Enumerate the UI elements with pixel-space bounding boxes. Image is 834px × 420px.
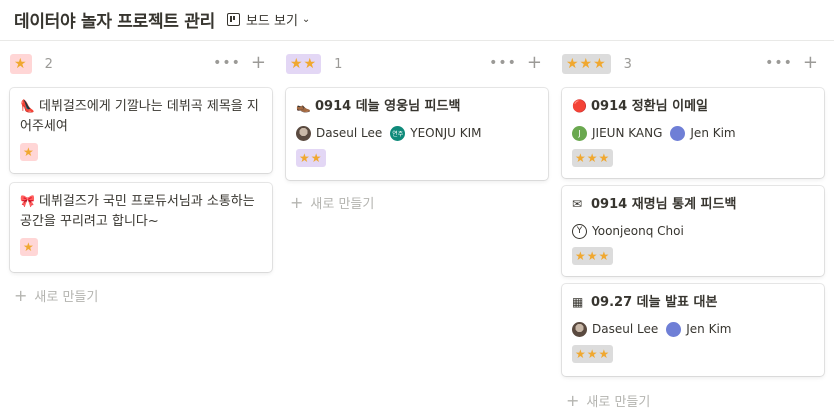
card-title: 🎀 데뷔걸즈가 국민 프로듀서님과 소통하는 공간을 꾸리려고 합니다~ xyxy=(20,191,262,232)
board-icon xyxy=(226,12,240,26)
card-tag: ★★★ xyxy=(572,149,614,167)
view-switcher[interactable]: 보드 보기 ⌄ xyxy=(226,10,311,29)
ribbon-icon: 🎀 xyxy=(20,194,35,208)
new-card-button[interactable]: + 새로 만들기 xyxy=(14,286,98,305)
card-title-text: 09.27 데늘 발표 대본 xyxy=(591,295,718,310)
new-card-label: 새로 만들기 xyxy=(310,197,375,212)
card-title-text: 0914 정환님 이메일 xyxy=(591,99,708,114)
chevron-down-icon: ⌄ xyxy=(301,13,311,25)
card-title-text: 데뷔걸즈에게 기깔나는 데뷔곡 제목을 지어주세여 xyxy=(20,99,259,134)
person-name: Jen Kim xyxy=(686,322,732,336)
board-column-1-star: ★ 2 ••• + 👠 데뷔걸즈에게 기깔나는 데뷔곡 제목을 지어주세여 ★ 🎀… xyxy=(10,52,272,305)
card-tag: ★ xyxy=(20,143,38,161)
more-icon[interactable]: ••• xyxy=(213,55,241,71)
person-name: Daseul Lee xyxy=(592,322,659,336)
more-icon[interactable]: ••• xyxy=(765,55,793,71)
person-name: JIEUN KANG xyxy=(592,126,663,140)
page-title: 데이터야 놀자 프로젝트 관리 xyxy=(14,11,215,32)
board-card[interactable]: 🎀 데뷔걸즈가 국민 프로듀서님과 소통하는 공간을 꾸리려고 합니다~ ★ xyxy=(10,183,272,272)
card-title: 👠 데뷔걸즈에게 기깔나는 데뷔곡 제목을 지어주세여 xyxy=(20,96,262,137)
avatar: 연주 xyxy=(390,125,406,141)
header-divider xyxy=(0,40,834,41)
red-circle-icon: 🔴 xyxy=(572,99,587,113)
column-header: ★★ 1 ••• + xyxy=(286,52,548,76)
card-title-text: 0914 데늘 영웅님 피드백 xyxy=(315,99,461,114)
board-card[interactable]: 👠 데뷔걸즈에게 기깔나는 데뷔곡 제목을 지어주세여 ★ xyxy=(10,88,272,173)
person-name: Yoonjeonq Choi xyxy=(592,224,684,238)
shoe-icon: 👞 xyxy=(296,99,311,113)
column-count: 1 xyxy=(334,56,343,72)
person-chip: J JIEUN KANG xyxy=(572,125,663,141)
new-card-button[interactable]: + 새로 만들기 xyxy=(290,193,374,212)
card-people: J JIEUN KANG Jen Kim xyxy=(572,123,814,143)
column-actions: ••• + xyxy=(213,54,266,72)
card-people: Daseul Lee 연주 YEONJU KIM xyxy=(296,123,538,143)
person-chip: Y Yoonjeonq Choi xyxy=(572,223,684,239)
page-header: 데이터야 놀자 프로젝트 관리 보드 보기 ⌄ xyxy=(14,6,310,32)
card-tag: ★★★ xyxy=(572,345,614,363)
board-column-2-star: ★★ 1 ••• + 👞 0914 데늘 영웅님 피드백 Daseul Lee 연… xyxy=(286,52,548,212)
column-tag[interactable]: ★★★ xyxy=(562,54,611,74)
person-chip: Daseul Lee xyxy=(572,321,659,337)
card-title-text: 데뷔걸즈가 국민 프로듀서님과 소통하는 공간을 꾸리려고 합니다~ xyxy=(20,194,255,229)
column-actions: ••• + xyxy=(489,54,542,72)
board-card[interactable]: ✉ 0914 재명님 통계 피드백 Y Yoonjeonq Choi ★★★ xyxy=(562,186,824,276)
plus-icon: + xyxy=(566,391,580,410)
card-title: 🔴 0914 정환님 이메일 xyxy=(572,96,814,117)
person-chip: Jen Kim xyxy=(666,321,732,337)
document-icon: ▦ xyxy=(572,295,584,309)
card-people: Y Yoonjeonq Choi xyxy=(572,221,814,241)
person-name: Jen Kim xyxy=(690,126,736,140)
card-title: ✉ 0914 재명님 통계 피드백 xyxy=(572,194,814,215)
card-tag: ★★★ xyxy=(572,247,614,265)
avatar xyxy=(296,125,311,141)
avatar xyxy=(670,125,686,141)
new-card-button[interactable]: + 새로 만들기 xyxy=(566,391,650,410)
card-title: 👞 0914 데늘 영웅님 피드백 xyxy=(296,96,538,117)
card-tag: ★★ xyxy=(296,149,326,167)
person-name: Daseul Lee xyxy=(316,126,383,140)
card-title-text: 0914 재명님 통계 피드백 xyxy=(591,197,737,212)
column-header: ★★★ 3 ••• + xyxy=(562,52,824,76)
plus-icon: + xyxy=(290,193,304,212)
add-card-icon[interactable]: + xyxy=(527,54,542,72)
envelope-icon: ✉ xyxy=(572,197,583,211)
card-title: ▦ 09.27 데늘 발표 대본 xyxy=(572,292,814,313)
avatar xyxy=(572,321,587,337)
view-label: 보드 보기 xyxy=(245,13,298,29)
column-count: 3 xyxy=(623,56,632,72)
column-header: ★ 2 ••• + xyxy=(10,52,272,76)
avatar xyxy=(666,321,682,337)
person-chip: 연주 YEONJU KIM xyxy=(390,125,482,141)
board-card[interactable]: 🔴 0914 정환님 이메일 J JIEUN KANG Jen Kim ★★★ xyxy=(562,88,824,178)
board-card[interactable]: ▦ 09.27 데늘 발표 대본 Daseul Lee Jen Kim ★★★ xyxy=(562,284,824,376)
plus-icon: + xyxy=(14,286,28,305)
person-chip: Daseul Lee xyxy=(296,125,383,141)
card-people: Daseul Lee Jen Kim xyxy=(572,319,814,339)
more-icon[interactable]: ••• xyxy=(489,55,517,71)
column-tag[interactable]: ★ xyxy=(10,54,32,74)
column-actions: ••• + xyxy=(765,54,818,72)
new-card-label: 새로 만들기 xyxy=(34,290,99,305)
board-card[interactable]: 👞 0914 데늘 영웅님 피드백 Daseul Lee 연주 YEONJU KI… xyxy=(286,88,548,180)
avatar: Y xyxy=(572,223,587,239)
card-tag: ★ xyxy=(20,238,38,256)
person-chip: Jen Kim xyxy=(670,125,736,141)
add-card-icon[interactable]: + xyxy=(803,54,818,72)
person-name: YEONJU KIM xyxy=(410,126,482,140)
column-tag[interactable]: ★★ xyxy=(286,54,322,74)
avatar: J xyxy=(572,125,587,141)
new-card-label: 새로 만들기 xyxy=(586,395,651,410)
column-count: 2 xyxy=(44,56,53,72)
add-card-icon[interactable]: + xyxy=(251,54,266,72)
board-column-3-star: ★★★ 3 ••• + 🔴 0914 정환님 이메일 J JIEUN KANG J… xyxy=(562,52,824,410)
high-heel-icon: 👠 xyxy=(20,99,35,113)
